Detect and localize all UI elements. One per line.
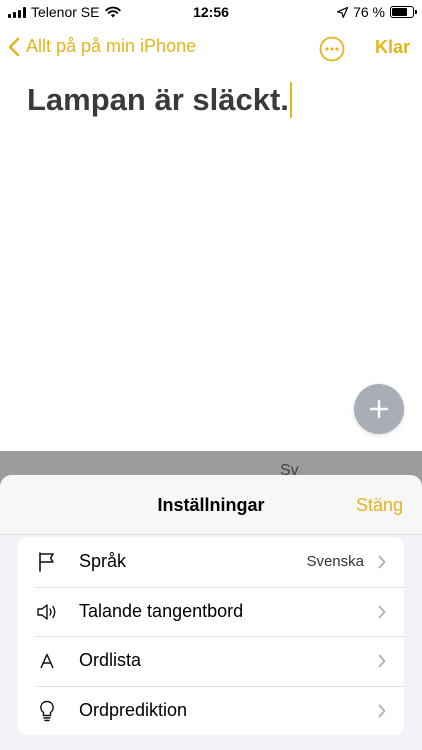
settings-row-value: Svenska	[306, 553, 364, 571]
letter-a-icon	[36, 650, 58, 672]
speaker-icon	[36, 601, 58, 623]
more-options-icon[interactable]	[319, 36, 345, 62]
note-body[interactable]: Lampan är släckt.	[27, 82, 292, 118]
chevron-right-icon	[378, 555, 386, 569]
settings-row-speaking-keyboard[interactable]: Talande tangentbord	[18, 586, 404, 637]
settings-row-label: Språk	[79, 551, 127, 572]
add-button[interactable]	[354, 384, 404, 434]
chevron-right-icon	[378, 704, 386, 717]
settings-row-label: Ordprediktion	[79, 699, 188, 720]
back-button[interactable]: Allt på på min iPhone	[8, 36, 196, 57]
chevron-right-icon	[378, 654, 386, 668]
close-button[interactable]: Stäng	[356, 495, 403, 516]
flag-icon	[36, 551, 58, 573]
done-button[interactable]: Klar	[375, 37, 410, 58]
settings-list: Språk Svenska Talande tangentbord Ordlis…	[18, 537, 404, 735]
note-title: Lampan är släckt.	[27, 82, 289, 117]
nav-bar: Allt på på min iPhone Klar	[0, 26, 422, 70]
settings-row-dictionary[interactable]: Ordlista	[18, 636, 404, 686]
battery-percent: 76 %	[353, 4, 385, 20]
settings-row-label: Ordlista	[79, 650, 142, 671]
back-button-label: Allt på på min iPhone	[26, 36, 197, 56]
settings-sheet: Inställningar Stäng Språk Svenska Taland…	[0, 475, 422, 750]
battery-icon	[390, 6, 417, 18]
text-cursor	[289, 82, 292, 118]
location-arrow-icon	[337, 6, 349, 18]
chevron-left-icon	[8, 37, 20, 56]
lightbulb-icon	[36, 700, 58, 722]
battery-fill	[392, 8, 408, 16]
status-right: 76 %	[337, 4, 417, 20]
settings-row-label: Talande tangentbord	[79, 600, 244, 621]
settings-row-language[interactable]: Språk Svenska	[18, 537, 404, 587]
status-bar: Telenor SE 12:56 76 %	[0, 0, 422, 24]
chevron-right-icon	[378, 605, 386, 618]
settings-row-word-prediction[interactable]: Ordprediktion	[18, 685, 404, 736]
sheet-header: Inställningar Stäng	[0, 475, 422, 535]
plus-icon	[369, 399, 389, 419]
